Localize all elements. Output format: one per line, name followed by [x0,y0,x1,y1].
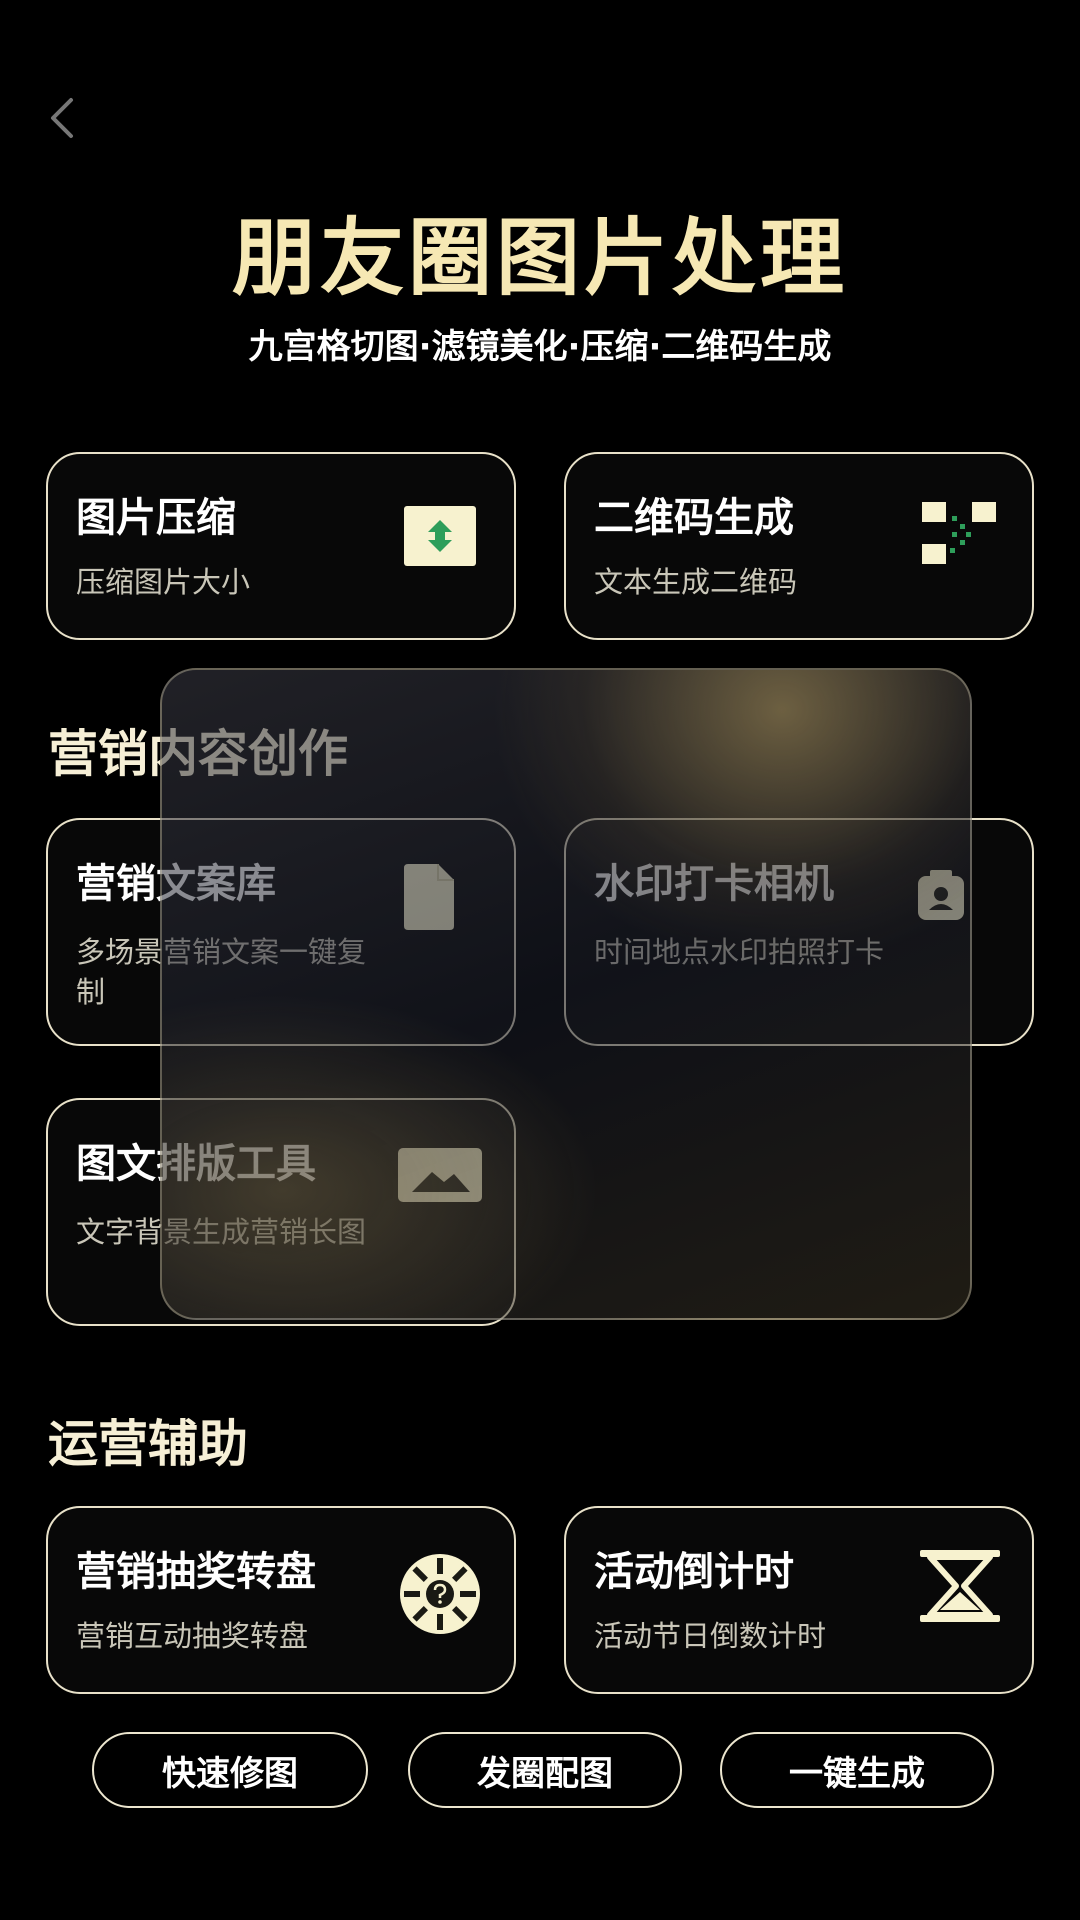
card-description: 压缩图片大小 [76,565,251,599]
card-title: 营销文案库 [76,861,276,907]
section-title-operations: 运营辅助 [48,1415,248,1473]
card-description: 时间地点水印拍照打卡 [594,935,885,969]
back-button[interactable] [40,88,84,148]
card-title: 图片压缩 [76,495,236,541]
card-image-compress[interactable]: 图片压缩 压缩图片大小 [46,452,516,640]
camera-icon [918,870,964,920]
compress-arrows-icon [404,506,476,566]
card-lottery-wheel[interactable]: 营销抽奖转盘 营销互动抽奖转盘 [46,1506,516,1694]
card-qr-code[interactable]: 二维码生成 文本生成二维码 [564,452,1034,640]
page-title: 朋友圈图片处理 [231,209,848,307]
document-icon [404,864,454,930]
section-title-marketing: 营销内容创作 [48,725,348,783]
card-description: 文字背景生成营销长图 [76,1215,367,1249]
one-click-generate-button[interactable]: 一键生成 [720,1732,994,1808]
post-image-button[interactable]: 发圈配图 [408,1732,682,1808]
hourglass-icon [920,1550,1000,1622]
image-icon [398,1148,482,1202]
card-description: 多场景营销文案一键复制 [76,935,367,1009]
quick-edit-button[interactable]: 快速修图 [92,1732,368,1808]
lottery-wheel-icon [400,1554,480,1634]
card-title: 二维码生成 [594,495,794,541]
chevron-left-icon [51,98,73,138]
card-copywriting-library[interactable]: 营销文案库 多场景营销文案一键复制 [46,818,516,1046]
card-watermark-camera[interactable]: 水印打卡相机 时间地点水印拍照打卡 [564,818,1034,1046]
card-title: 营销抽奖转盘 [76,1549,316,1595]
card-description: 营销互动抽奖转盘 [76,1619,309,1653]
card-title: 图文排版工具 [76,1141,316,1187]
card-event-countdown[interactable]: 活动倒计时 活动节日倒数计时 [564,1506,1034,1694]
card-description: 文本生成二维码 [594,565,798,599]
page-subtitle: 九宫格切图·滤镜美化·压缩·二维码生成 [248,327,832,367]
card-layout-tool[interactable]: 图文排版工具 文字背景生成营销长图 [46,1098,516,1326]
qr-code-icon [922,502,996,564]
card-title: 水印打卡相机 [594,861,834,907]
card-description: 活动节日倒数计时 [594,1619,827,1653]
card-title: 活动倒计时 [594,1549,794,1595]
